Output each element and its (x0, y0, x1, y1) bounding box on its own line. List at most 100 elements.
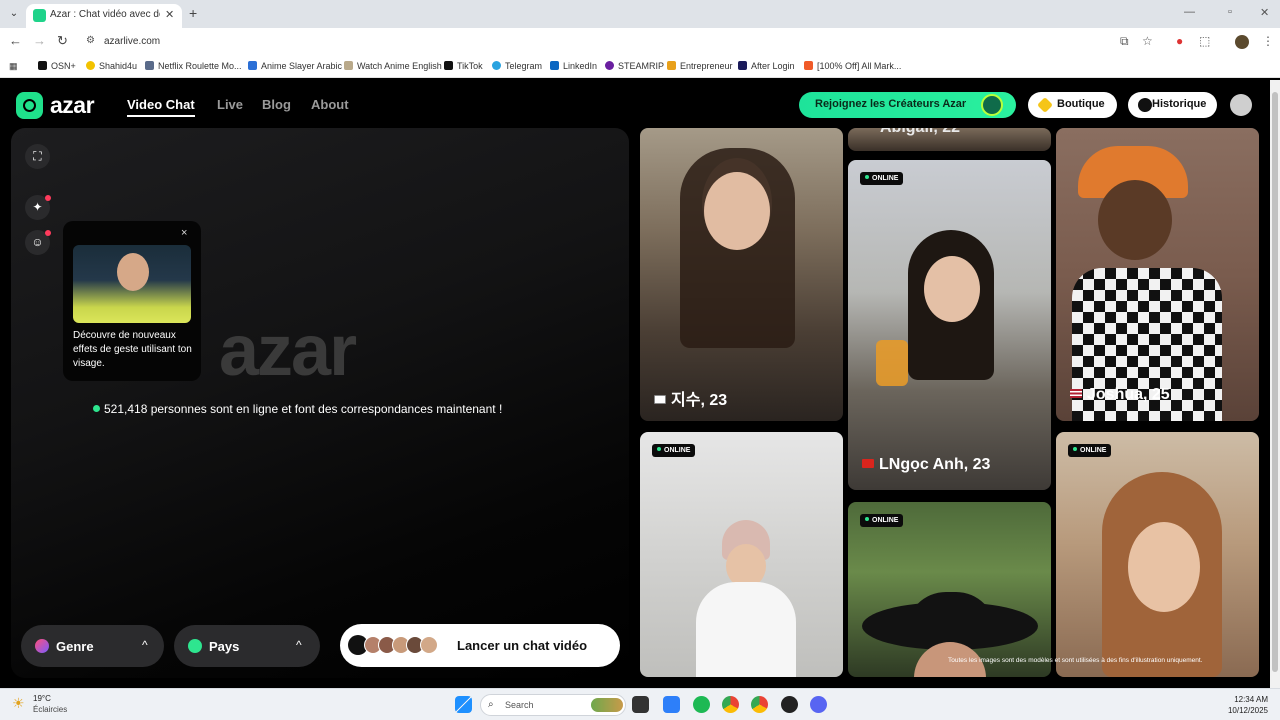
browser-address-bar: ← → ↻ ⚙ azarlive.com ⧉ ☆ ● ⬚ ⋮ (0, 28, 1280, 56)
nav-video-chat[interactable]: Video Chat (127, 97, 195, 112)
install-app-icon[interactable]: ⧉ (1120, 34, 1129, 49)
azar-logo[interactable]: azar (16, 92, 106, 120)
start-video-chat-button[interactable]: Lancer un chat vidéo (340, 624, 620, 667)
tab-close-icon[interactable]: ✕ (165, 8, 174, 21)
bookmark-star-icon[interactable]: ☆ (1142, 34, 1153, 48)
clock-icon (1138, 98, 1152, 112)
browser-tab[interactable]: Azar : Chat vidéo avec de nouv ✕ (26, 4, 182, 28)
site-info-icon[interactable]: ⚙ (86, 35, 95, 46)
url-bar[interactable]: ⚙ azarlive.com (80, 31, 1160, 53)
linkedin-icon (550, 61, 559, 70)
back-icon[interactable]: ← (9, 33, 22, 48)
maximize-icon[interactable]: ▫ (1228, 6, 1232, 18)
chrome-dark-icon[interactable] (781, 696, 798, 713)
video-chat-panel: ⛶ ✦ ☺ × Découvre de nouveaux effets de g… (11, 128, 629, 678)
discord-icon[interactable] (810, 696, 827, 713)
vietnam-flag-icon (862, 459, 874, 468)
profile-card[interactable]: Abigail, 22 (848, 128, 1051, 151)
profile-name: Abigail, 22 (880, 128, 960, 137)
bookmarks-bar: ▦ OSN+ Shahid4u Netflix Roulette Mo... A… (0, 56, 1280, 78)
tip-text: Découvre de nouveaux effets de geste uti… (73, 330, 192, 369)
bookmark-item[interactable]: Watch Anime English (344, 61, 442, 71)
gesture-tip-popover: × Découvre de nouveaux effets de geste u… (63, 221, 201, 381)
tab-title: Azar : Chat vidéo avec de nouv (50, 9, 160, 20)
join-creators-button[interactable]: Rejoignez les Créateurs Azar (799, 92, 1016, 118)
weather-icon[interactable]: ☀ (12, 695, 25, 712)
bookmark-favicon-icon (667, 61, 676, 70)
azar-favicon-icon (33, 9, 46, 22)
bookmark-item[interactable]: Telegram (492, 61, 542, 71)
bookmark-item[interactable]: [100% Off] All Mark... (804, 61, 901, 71)
bookmark-favicon-icon (738, 61, 747, 70)
bookmark-favicon-icon (344, 61, 353, 70)
spotify-icon[interactable] (693, 696, 710, 713)
extensions-icon[interactable]: ⬚ (1199, 34, 1210, 48)
task-view-icon[interactable] (632, 696, 649, 713)
gender-filter-button[interactable]: Genre ^ (21, 625, 164, 667)
profile-name: LNgọc Anh, 23 (862, 456, 990, 474)
bookmark-item[interactable]: Shahid4u (86, 61, 137, 71)
extension-badge-icon[interactable]: ● (1176, 34, 1183, 48)
profile-avatar[interactable] (1235, 35, 1249, 49)
country-filter-button[interactable]: Pays ^ (174, 625, 320, 667)
tip-preview-image (73, 245, 191, 323)
profile-card[interactable]: ONLINE (640, 432, 843, 677)
notification-dot (45, 230, 51, 236)
forward-icon[interactable]: → (33, 33, 46, 48)
browser-menu-icon[interactable]: ⋮ (1262, 34, 1274, 48)
profile-card[interactable]: 지수, 23 (640, 128, 843, 421)
history-label: Historique (1152, 98, 1207, 110)
bookmark-item[interactable]: Anime Slayer Arabic (248, 61, 342, 71)
shop-button[interactable]: Boutique (1028, 92, 1117, 118)
bookmark-item[interactable]: STEAMRIP (605, 61, 664, 71)
bookmark-item[interactable]: Entrepreneur (667, 61, 733, 71)
close-icon[interactable]: × (181, 227, 187, 239)
online-badge: ONLINE (860, 172, 904, 185)
search-icon: ⌕ (488, 699, 494, 710)
bookmark-item[interactable]: LinkedIn (550, 61, 597, 71)
profile-card[interactable]: ONLINE (848, 502, 1051, 677)
windows-start-icon[interactable] (455, 696, 472, 713)
weather-description: Éclaircies (33, 705, 68, 714)
history-button[interactable]: Historique (1128, 92, 1217, 118)
todo-app-icon[interactable] (663, 696, 680, 713)
bookmark-item[interactable]: TikTok (444, 61, 483, 71)
page-scrollbar[interactable] (1270, 80, 1280, 688)
nav-live[interactable]: Live (217, 97, 243, 112)
scrollbar-thumb[interactable] (1272, 92, 1278, 672)
start-video-chat-label: Lancer un chat vidéo (457, 638, 588, 653)
user-profile-icon[interactable] (1230, 94, 1252, 116)
bookmark-item[interactable]: OSN+ (38, 61, 76, 71)
bookmark-favicon-icon (605, 61, 614, 70)
bookmark-favicon-icon (86, 61, 95, 70)
nav-blog[interactable]: Blog (262, 97, 291, 112)
new-tab-icon[interactable]: + (189, 5, 197, 21)
profile-card[interactable]: ONLINE LNgọc Anh, 23 (848, 160, 1051, 490)
bookmark-item[interactable]: After Login (738, 61, 795, 71)
system-clock[interactable]: 12:34 AM 10/12/2025 (1226, 694, 1268, 716)
profile-card[interactable]: ONLINE (1056, 432, 1259, 677)
azar-watermark-logo: azar (219, 311, 357, 391)
globe-icon (188, 639, 202, 653)
chrome-icon[interactable] (722, 696, 739, 713)
bookmark-item[interactable]: Netflix Roulette Mo... (145, 61, 242, 71)
usa-flag-icon (1070, 389, 1082, 398)
close-window-icon[interactable]: ✕ (1260, 6, 1269, 19)
taskbar-search-box[interactable]: ⌕ Search (480, 694, 626, 716)
chevron-up-icon: ^ (296, 638, 302, 652)
bookmark-favicon-icon (248, 61, 257, 70)
online-badge: ONLINE (1068, 444, 1112, 457)
tab-search-icon[interactable]: ⌄ (6, 6, 22, 22)
bookmark-favicon-icon (38, 61, 47, 70)
minimize-icon[interactable]: — (1184, 6, 1195, 18)
nav-about[interactable]: About (311, 97, 349, 112)
azar-logo-icon (16, 92, 43, 119)
profile-card[interactable]: Joshua, 25 (1056, 128, 1259, 421)
apps-grid-icon[interactable]: ▦ (9, 61, 18, 72)
korea-flag-icon (654, 395, 666, 404)
chrome-profile-icon[interactable] (751, 696, 768, 713)
fullscreen-icon[interactable]: ⛶ (25, 144, 50, 169)
online-count: 521,418 personnes sont en ligne et font … (93, 402, 502, 416)
reload-icon[interactable]: ↻ (57, 33, 68, 49)
clock-date: 10/12/2025 (1227, 706, 1268, 715)
